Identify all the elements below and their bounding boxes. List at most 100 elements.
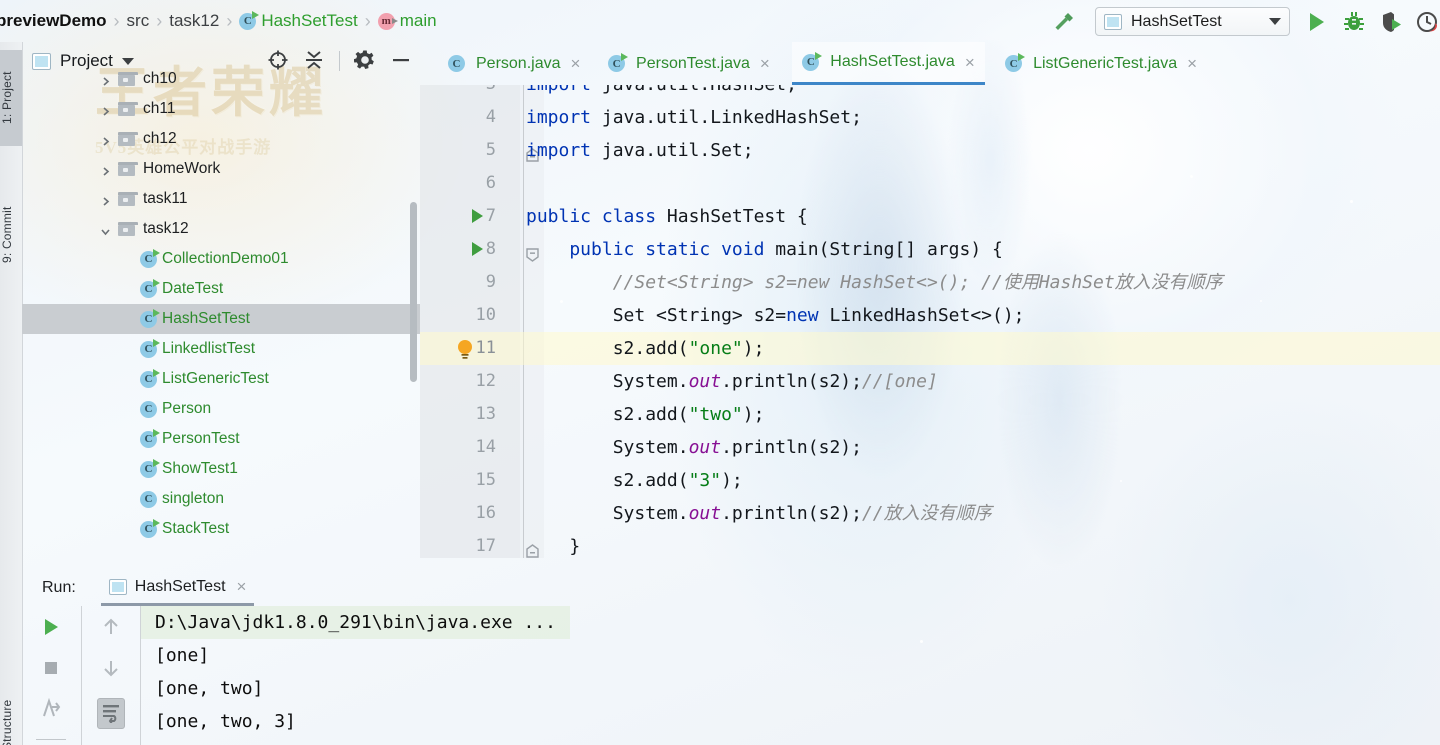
tree-item-singleton[interactable]: Csingleton <box>22 484 420 514</box>
code-line-text: import java.util.Set; <box>526 140 754 161</box>
tree-item-label: DateTest <box>162 280 224 297</box>
arrow-up-icon[interactable] <box>100 616 122 641</box>
compare-icon[interactable] <box>40 697 62 723</box>
run-tab[interactable]: HashSetTest × <box>100 570 255 606</box>
chevron-right-icon[interactable] <box>100 164 111 176</box>
chevron-down-icon <box>1269 18 1281 25</box>
java-class-runnable-icon: C <box>239 10 260 30</box>
breadcrumb-item-hashsettest[interactable]: C HashSetTest <box>239 10 358 31</box>
rerun-button[interactable] <box>40 616 62 641</box>
breadcrumb-item-main[interactable]: m main <box>377 11 437 31</box>
run-config-name: HashSetTest <box>1131 12 1222 30</box>
tab-person[interactable]: C Person.java × <box>438 42 590 85</box>
debug-button[interactable] <box>1341 9 1367 35</box>
code-line-text: import java.util.LinkedHashSet; <box>526 107 862 128</box>
tab-label: ListGenericTest.java <box>1033 54 1178 72</box>
project-file-tree[interactable]: ch10 ch11 ch12 HomeWork task11 task12 C Collect… <box>22 70 420 555</box>
line-number: 17 <box>475 536 496 556</box>
run-with-coverage-button[interactable] <box>1379 9 1405 35</box>
tree-item-datetest[interactable]: C DateTest <box>22 274 420 304</box>
breadcrumb-item-previewdemo[interactable]: previewDemo <box>0 11 107 31</box>
code-editor[interactable]: 3 import java.util.HashSet; 4 import java.u… <box>420 85 1440 558</box>
sidebar-item-commit[interactable]: 9: Commit <box>0 187 22 283</box>
console-output-line: [one] <box>155 645 210 666</box>
code-line-text: System.out.println(s2); <box>526 437 862 458</box>
run-gutter-icon[interactable] <box>472 242 483 256</box>
tab-listgenerictest[interactable]: C ListGenericTest.java × <box>995 42 1207 85</box>
tree-item-task11[interactable]: task11 <box>22 184 420 214</box>
java-method-runnable-icon: m <box>377 12 398 30</box>
run-gutter-icon[interactable] <box>472 209 483 223</box>
code-line: 7 public class HashSetTest { <box>420 200 1440 233</box>
breadcrumb-item-task12[interactable]: task12 <box>169 11 219 31</box>
chevron-right-icon[interactable] <box>100 74 111 86</box>
chevron-down-icon[interactable] <box>100 224 111 235</box>
tree-item-label: ch12 <box>143 130 177 147</box>
run-config-icon <box>108 578 127 595</box>
run-configuration-selector[interactable]: HashSetTest <box>1095 7 1290 36</box>
profiler-button[interactable] <box>1415 9 1440 35</box>
java-class-runnable-icon: C <box>140 458 160 478</box>
tree-item-stacktest[interactable]: C StackTest <box>22 514 420 544</box>
code-line-text: System.out.println(s2);//[one] <box>526 371 938 392</box>
chevron-right-icon[interactable] <box>100 134 111 146</box>
sidebar-item-project[interactable]: 1: Project <box>0 50 22 146</box>
editor-tab-bar[interactable]: C Person.java × C PersonTest.java × C HashSetTe… <box>420 42 1440 85</box>
line-number: 12 <box>475 371 496 391</box>
arrow-down-icon[interactable] <box>100 657 122 682</box>
tree-item-persontest[interactable]: C PersonTest <box>22 424 420 454</box>
run-console-output[interactable]: D:\Java\jdk1.8.0_291\bin\java.exe ... [on… <box>141 606 1440 745</box>
build-project-button[interactable] <box>1051 9 1077 35</box>
tree-item-linkedlisttest[interactable]: C LinkedlistTest <box>22 334 420 364</box>
code-line: 6 <box>420 167 1440 200</box>
run-tool-window: Run: HashSetTest × D:\Java\jdk1.8.0_291\… <box>22 570 1440 745</box>
tab-hashsettest[interactable]: C HashSetTest.java × <box>792 42 985 85</box>
tree-item-listgenerictest[interactable]: C ListGenericTest <box>22 364 420 394</box>
tree-item-collectiondemo01[interactable]: C CollectionDemo01 <box>22 244 420 274</box>
close-icon[interactable]: × <box>237 578 247 595</box>
chevron-right-icon[interactable] <box>100 194 111 206</box>
tree-item-ch11[interactable]: ch11 <box>22 94 420 124</box>
source-code[interactable]: 3 import java.util.HashSet; 4 import java.u… <box>420 85 1440 558</box>
tree-item-showtest1[interactable]: C ShowTest1 <box>22 454 420 484</box>
tree-item-ch12[interactable]: ch12 <box>22 124 420 154</box>
code-line-text: public class HashSetTest { <box>526 206 808 227</box>
tree-item-task12[interactable]: task12 <box>22 214 420 244</box>
code-line: 14 System.out.println(s2); <box>420 431 1440 464</box>
soft-wrap-button[interactable] <box>96 698 125 729</box>
run-panel-toolbar <box>22 606 141 745</box>
breadcrumb[interactable]: previewDemo › src › task12 › C HashSetTest › m mai… <box>0 8 437 34</box>
tree-item-hashsettest[interactable]: C HashSetTest <box>22 304 420 334</box>
intention-bulb-icon[interactable] <box>456 338 474 359</box>
run-tab-label: HashSetTest <box>134 577 226 595</box>
line-number: 15 <box>475 470 496 490</box>
java-class-runnable-icon: C <box>608 53 629 72</box>
stop-button[interactable] <box>40 657 62 682</box>
run-button[interactable] <box>1303 9 1329 35</box>
sidebar-item-structure[interactable]: 7: Structure <box>0 682 22 745</box>
folder-icon <box>118 162 138 176</box>
tree-item-ch10[interactable]: ch10 <box>22 64 420 94</box>
tree-item-label: ch10 <box>143 70 177 87</box>
chevron-right-icon[interactable] <box>100 104 111 116</box>
java-class-runnable-icon: C <box>140 368 160 388</box>
close-icon[interactable]: × <box>1187 55 1197 72</box>
line-number: 13 <box>475 404 496 424</box>
close-icon[interactable]: × <box>760 55 770 72</box>
tree-item-person[interactable]: C Person <box>22 394 420 424</box>
tree-item-label: HomeWork <box>143 160 221 177</box>
project-tree-scrollbar[interactable] <box>410 42 417 472</box>
breadcrumb-item-label: main <box>399 11 437 30</box>
close-icon[interactable]: × <box>965 54 975 71</box>
breadcrumb-item-src[interactable]: src <box>127 11 150 31</box>
close-icon[interactable]: × <box>571 55 581 72</box>
tab-persontest[interactable]: C PersonTest.java × <box>598 42 780 85</box>
tree-item-homework[interactable]: HomeWork <box>22 154 420 184</box>
java-class-icon: C <box>140 490 157 508</box>
run-config-icon <box>1104 13 1122 30</box>
java-class-runnable-icon: C <box>140 248 160 268</box>
java-class-runnable-icon: C <box>802 51 823 71</box>
breadcrumb-separator: › <box>364 10 371 31</box>
ide-window: 王者荣耀 5V5英雄公平对战手游 previewDemo › src › task12 ›… <box>0 0 1440 745</box>
code-line: 3 import java.util.HashSet; <box>420 85 1440 101</box>
